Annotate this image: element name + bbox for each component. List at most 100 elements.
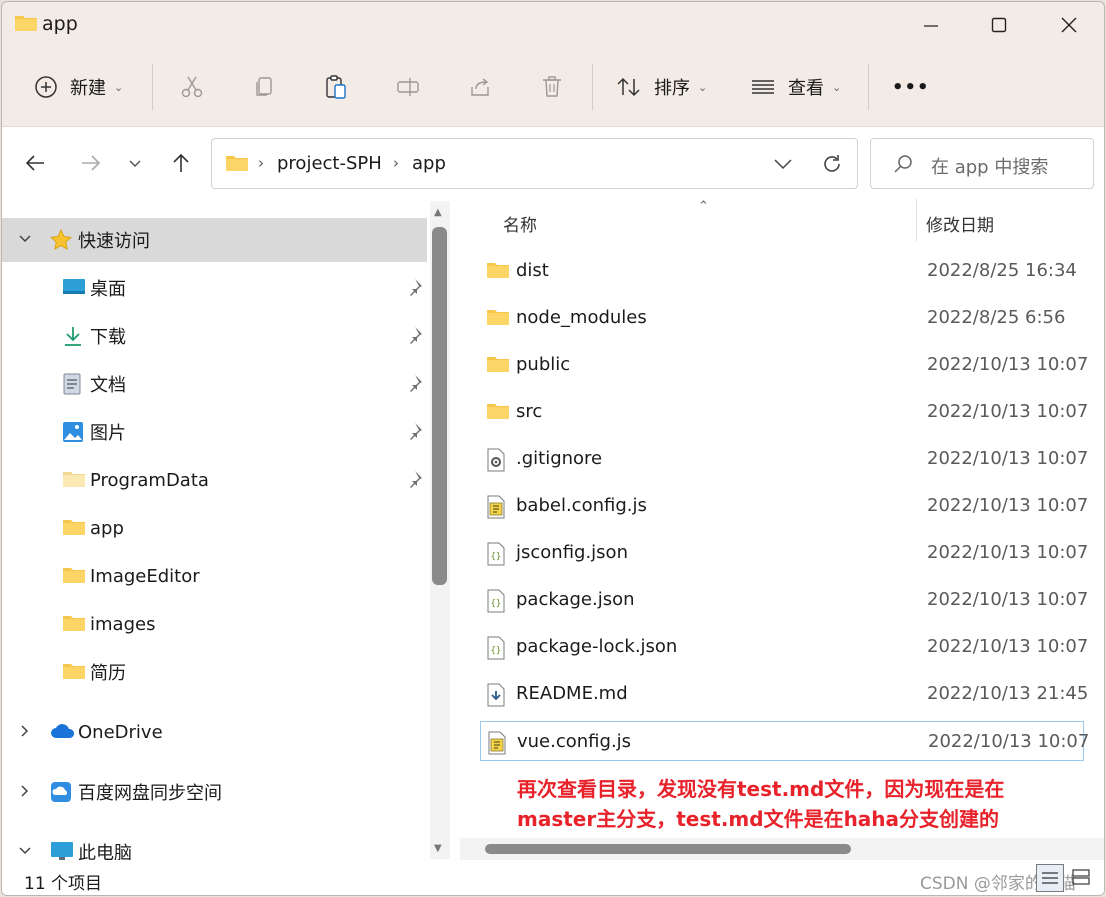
file-row[interactable]: babel.config.js 2022/10/13 10:07 <box>480 486 1088 526</box>
arrow-up-icon <box>173 153 189 172</box>
breadcrumb-project-sph[interactable]: project-SPH <box>277 153 382 174</box>
window-title: app <box>42 13 78 35</box>
close-button[interactable] <box>1034 2 1104 48</box>
forward-button[interactable] <box>76 148 106 178</box>
folder-icon <box>226 156 248 171</box>
scroll-down-icon[interactable]: ▼ <box>434 843 442 854</box>
annotation-line: master主分支，test.md文件是在haha分支创建的 <box>517 807 1000 831</box>
maximize-button[interactable] <box>964 2 1034 48</box>
file-name: README.md <box>516 683 628 704</box>
nav-item-imageeditor[interactable]: ImageEditor <box>2 554 427 598</box>
file-row[interactable]: {} jsconfig.json 2022/10/13 10:07 <box>480 533 1088 573</box>
folder-icon <box>63 664 85 679</box>
view-button[interactable]: 查看 ⌄ <box>750 56 841 118</box>
folder-icon <box>63 472 85 487</box>
file-row[interactable]: vue.config.js 2022/10/13 10:07 <box>480 721 1089 761</box>
new-button[interactable]: 新建 ⌄ <box>34 56 123 118</box>
file-row[interactable]: public 2022/10/13 10:07 <box>480 345 1088 385</box>
paste-icon <box>326 75 346 99</box>
sort-button[interactable]: 排序 ⌄ <box>616 56 707 118</box>
file-row[interactable]: {} package-lock.json 2022/10/13 10:07 <box>480 627 1088 667</box>
paste-button[interactable] <box>324 56 348 118</box>
file-name: babel.config.js <box>516 495 647 516</box>
copy-button[interactable] <box>252 56 276 118</box>
svg-text:{}: {} <box>491 646 502 656</box>
column-header-date-modified[interactable]: 修改日期 <box>926 211 994 236</box>
svg-text:{}: {} <box>491 552 502 562</box>
command-bar: 新建 ⌄ 排序 ⌄ 查看 ⌄ ••• <box>2 56 1104 118</box>
new-label: 新建 <box>70 78 106 99</box>
details-view-button[interactable] <box>1036 864 1064 892</box>
delete-button[interactable] <box>540 56 564 118</box>
up-button[interactable] <box>166 148 196 178</box>
file-date-modified: 2022/8/25 6:56 <box>927 307 1066 328</box>
toolbar-divider <box>592 64 593 110</box>
nav-quick-access[interactable]: 快速访问 <box>2 218 427 262</box>
nav-item-documents[interactable]: 文档 <box>2 362 427 406</box>
pin-icon[interactable] <box>405 470 423 488</box>
file-row[interactable]: dist 2022/8/25 16:34 <box>480 251 1084 291</box>
pin-icon[interactable] <box>405 422 423 440</box>
column-divider[interactable] <box>916 199 917 241</box>
file-row[interactable]: {} package.json 2022/10/13 10:07 <box>480 580 1088 620</box>
scrollbar-thumb[interactable] <box>485 844 851 854</box>
maximize-icon <box>991 17 1007 33</box>
chevron-down-icon[interactable] <box>773 157 793 171</box>
arrow-right-icon <box>82 155 101 171</box>
trash-icon <box>543 76 561 97</box>
file-date-modified: 2022/10/13 10:07 <box>927 589 1089 610</box>
file-row[interactable]: .gitignore 2022/10/13 10:07 <box>480 439 1088 479</box>
cut-button[interactable] <box>180 56 204 118</box>
breadcrumb-app[interactable]: app <box>412 153 446 174</box>
view-list-icon <box>752 80 774 94</box>
nav-item-programdata[interactable]: ProgramData <box>2 458 427 502</box>
nav-item-desktop[interactable]: 桌面 <box>2 266 427 310</box>
folder-icon <box>63 568 85 583</box>
nav-item-pictures[interactable]: 图片 <box>2 410 427 454</box>
nav-item-resume[interactable]: 简历 <box>2 650 427 694</box>
chevron-right-icon: › <box>393 154 399 172</box>
json-file-icon: {} <box>486 589 506 617</box>
pin-icon[interactable] <box>405 374 423 392</box>
nav-label: 文档 <box>90 375 126 396</box>
rename-button[interactable] <box>396 56 420 118</box>
minimize-button[interactable] <box>896 2 966 48</box>
folder-icon <box>63 520 85 535</box>
file-row[interactable]: README.md 2022/10/13 21:45 <box>480 674 1088 714</box>
file-date-modified: 2022/10/13 10:07 <box>927 401 1089 422</box>
back-button[interactable] <box>20 148 50 178</box>
pin-icon[interactable] <box>405 278 423 296</box>
nav-item-downloads[interactable]: 下载 <box>2 314 427 358</box>
copy-icon <box>256 77 272 96</box>
toolbar-divider <box>868 64 869 110</box>
nav-onedrive[interactable]: OneDrive <box>2 710 427 754</box>
horizontal-scrollbar[interactable] <box>460 838 1104 860</box>
tiles-view-icon <box>1072 869 1090 885</box>
file-name: vue.config.js <box>517 731 632 752</box>
nav-baidu-sync[interactable]: 百度网盘同步空间 <box>2 770 427 814</box>
download-icon <box>65 327 81 346</box>
column-header-name[interactable]: 名称 <box>503 211 537 236</box>
search-box[interactable]: 在 app 中搜索 <box>870 138 1094 189</box>
scrollbar-thumb[interactable] <box>432 227 447 585</box>
recent-locations-button[interactable] <box>120 148 150 178</box>
file-row[interactable]: node_modules 2022/8/25 6:56 <box>480 298 1084 338</box>
file-row[interactable]: src 2022/10/13 10:07 <box>480 392 1088 432</box>
nav-scrollbar[interactable]: ▲ ▼ <box>430 201 450 859</box>
pin-icon[interactable] <box>405 326 423 344</box>
toolbar-divider <box>152 64 153 110</box>
cloud-drive-icon <box>51 782 71 802</box>
more-options-button[interactable]: ••• <box>892 56 930 118</box>
refresh-icon[interactable] <box>821 153 843 175</box>
file-name: package-lock.json <box>516 636 678 657</box>
chevron-right-icon <box>21 725 29 737</box>
scroll-up-icon[interactable]: ▲ <box>434 207 442 218</box>
nav-item-app[interactable]: app <box>2 506 427 550</box>
nav-label: ImageEditor <box>90 565 200 587</box>
address-bar[interactable]: › project-SPH › app <box>211 138 858 189</box>
tiles-view-button[interactable] <box>1068 864 1096 892</box>
chevron-down-icon: ⌄ <box>698 80 708 94</box>
folder-icon <box>486 307 510 331</box>
nav-item-images[interactable]: images <box>2 602 427 646</box>
share-button[interactable] <box>468 56 492 118</box>
